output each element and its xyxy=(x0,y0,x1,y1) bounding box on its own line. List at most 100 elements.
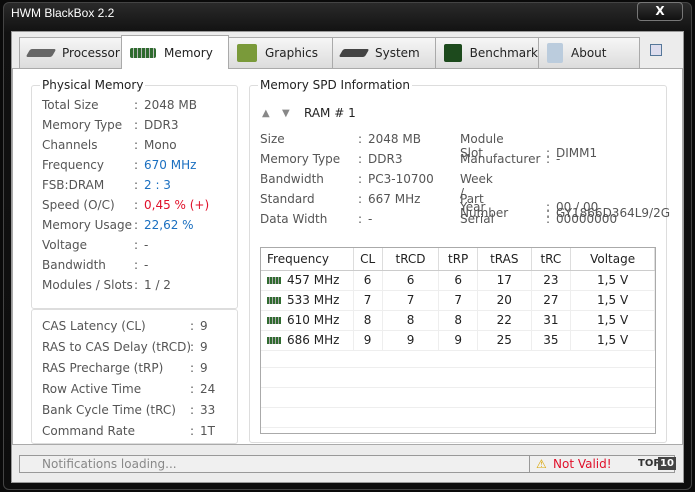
table-row: 610 MHz 8 8 8 22 31 1,5 V xyxy=(261,310,655,331)
info-row: Memory Type: DDR3 xyxy=(42,118,178,132)
row-value: 9 xyxy=(200,319,208,333)
row-value: 33 xyxy=(200,403,216,417)
table-cell: 22 xyxy=(477,310,532,331)
table-cell: 35 xyxy=(531,330,572,351)
tab-about[interactable]: About xyxy=(538,37,640,68)
window-title: HWM BlackBox 2.2 xyxy=(11,6,115,20)
row-value: 670 MHz xyxy=(144,158,197,172)
row-colon: : xyxy=(134,178,139,192)
info-row: CAS Latency (CL):9 xyxy=(42,319,208,333)
row-colon: : xyxy=(134,278,139,292)
memory-module-icon xyxy=(267,297,281,304)
row-value: 24 xyxy=(200,382,216,396)
row-colon: : xyxy=(134,138,139,152)
table-cell: 8 xyxy=(438,310,479,331)
row-value: 1 / 2 xyxy=(144,278,171,292)
table-row: 457 MHz 6 6 6 17 23 1,5 V xyxy=(261,270,655,291)
memory-icon xyxy=(130,47,156,58)
tab-label: Memory xyxy=(164,45,213,60)
timings-group: CAS Latency (CL):9 RAS to CAS Delay (tRCD… xyxy=(31,309,238,444)
menu-icon[interactable] xyxy=(650,44,662,56)
tab-graphics[interactable]: Graphics xyxy=(228,37,333,68)
tab-memory[interactable]: Memory xyxy=(121,35,229,69)
table-cell: 9 xyxy=(382,330,440,351)
table-cell: 7 xyxy=(382,290,440,311)
column-header: tRCD xyxy=(382,248,440,271)
table-cell: 1,5 V xyxy=(570,310,655,331)
info-row: RAS to CAS Delay (tRCD):9 xyxy=(42,340,208,354)
row-label: Data Width xyxy=(260,212,328,226)
row-label: Row Active Time xyxy=(42,382,142,396)
group-title: Memory SPD Information xyxy=(258,78,412,92)
benchmark-icon xyxy=(444,44,462,62)
row-colon: : xyxy=(190,319,195,333)
frequency-cell: 610 MHz xyxy=(261,310,354,331)
table-cell: 7 xyxy=(438,290,479,311)
row-colon: : xyxy=(134,258,139,272)
row-label: Speed (O/C) xyxy=(42,198,115,212)
row-value: - xyxy=(556,152,561,166)
notification-bar: Notifications loading... xyxy=(19,455,534,473)
row-value: PC3-10700 xyxy=(368,172,434,186)
tab-label: About xyxy=(571,46,607,60)
row-value: 00000000 xyxy=(556,212,618,226)
row-value: 2048 MB xyxy=(144,98,197,112)
spd-group: Memory SPD Information ▲ ▼ RAM # 1 Size:… xyxy=(249,78,670,443)
row-value: 2048 MB xyxy=(368,132,421,146)
tab-system[interactable]: System xyxy=(332,37,436,68)
table-cell: 20 xyxy=(477,290,532,311)
column-header: Frequency xyxy=(261,248,354,271)
row-label: Memory Type xyxy=(260,152,341,166)
info-row: Bandwidth: PC3-10700 xyxy=(260,172,434,186)
row-label: CAS Latency (CL) xyxy=(42,319,146,333)
row-value: - xyxy=(144,238,149,252)
row-colon: : xyxy=(546,212,551,226)
row-value: 9 xyxy=(200,340,208,354)
table-cell: 31 xyxy=(531,310,572,331)
close-button[interactable]: X xyxy=(637,2,683,21)
memory-module-icon xyxy=(267,317,281,324)
row-value: 2 : 3 xyxy=(144,178,171,192)
validation-status[interactable]: ⚠ Not Valid! TOP 10 xyxy=(529,455,676,473)
row-colon: : xyxy=(134,158,139,172)
info-row: Memory Usage:22,62 % xyxy=(42,218,194,232)
about-icon xyxy=(547,43,563,63)
cell-text: 457 MHz xyxy=(287,273,340,287)
info-row: Row Active Time:24 xyxy=(42,382,215,396)
row-value: DDR3 xyxy=(368,152,403,166)
table-cell: 8 xyxy=(353,310,383,331)
row-label: RAS Precharge (tRP) xyxy=(42,361,164,375)
info-row: Speed (O/C):0,45 % (+) xyxy=(42,198,209,212)
previous-ram-button[interactable]: ▲ xyxy=(262,108,270,119)
processor-icon xyxy=(25,49,57,57)
row-label: Bandwidth xyxy=(42,258,106,272)
info-row: Size:2048 MB xyxy=(260,132,421,146)
tab-processor[interactable]: Processor xyxy=(19,37,122,68)
next-ram-button[interactable]: ▼ xyxy=(282,108,290,119)
table-cell: 1,5 V xyxy=(570,330,655,351)
chip-icon xyxy=(338,49,370,57)
row-label: Size xyxy=(260,132,285,146)
row-colon: : xyxy=(190,382,195,396)
info-row: Manufacturer: - xyxy=(460,152,560,166)
tab-label: Graphics xyxy=(265,46,318,60)
table-cell: 7 xyxy=(353,290,383,311)
column-header: tRP xyxy=(438,248,479,271)
frequency-cell: 686 MHz xyxy=(261,330,354,351)
tab-benchmark[interactable]: Benchmark xyxy=(435,37,539,68)
info-row: Data Width: - xyxy=(260,212,372,226)
row-value: DIMM1 xyxy=(556,146,598,160)
row-colon: : xyxy=(190,340,195,354)
tab-label: System xyxy=(375,46,420,60)
row-colon: : xyxy=(190,403,195,417)
row-colon: : xyxy=(358,132,363,146)
frequency-cell: 533 MHz xyxy=(261,290,354,311)
row-colon: : xyxy=(134,98,139,112)
row-label: Voltage xyxy=(42,238,88,252)
table-cell: 8 xyxy=(382,310,440,331)
row-colon: : xyxy=(134,238,139,252)
row-value: 667 MHz xyxy=(368,192,421,206)
table-cell: 9 xyxy=(438,330,479,351)
column-header: Voltage xyxy=(570,248,655,271)
table-cell: 25 xyxy=(477,330,532,351)
